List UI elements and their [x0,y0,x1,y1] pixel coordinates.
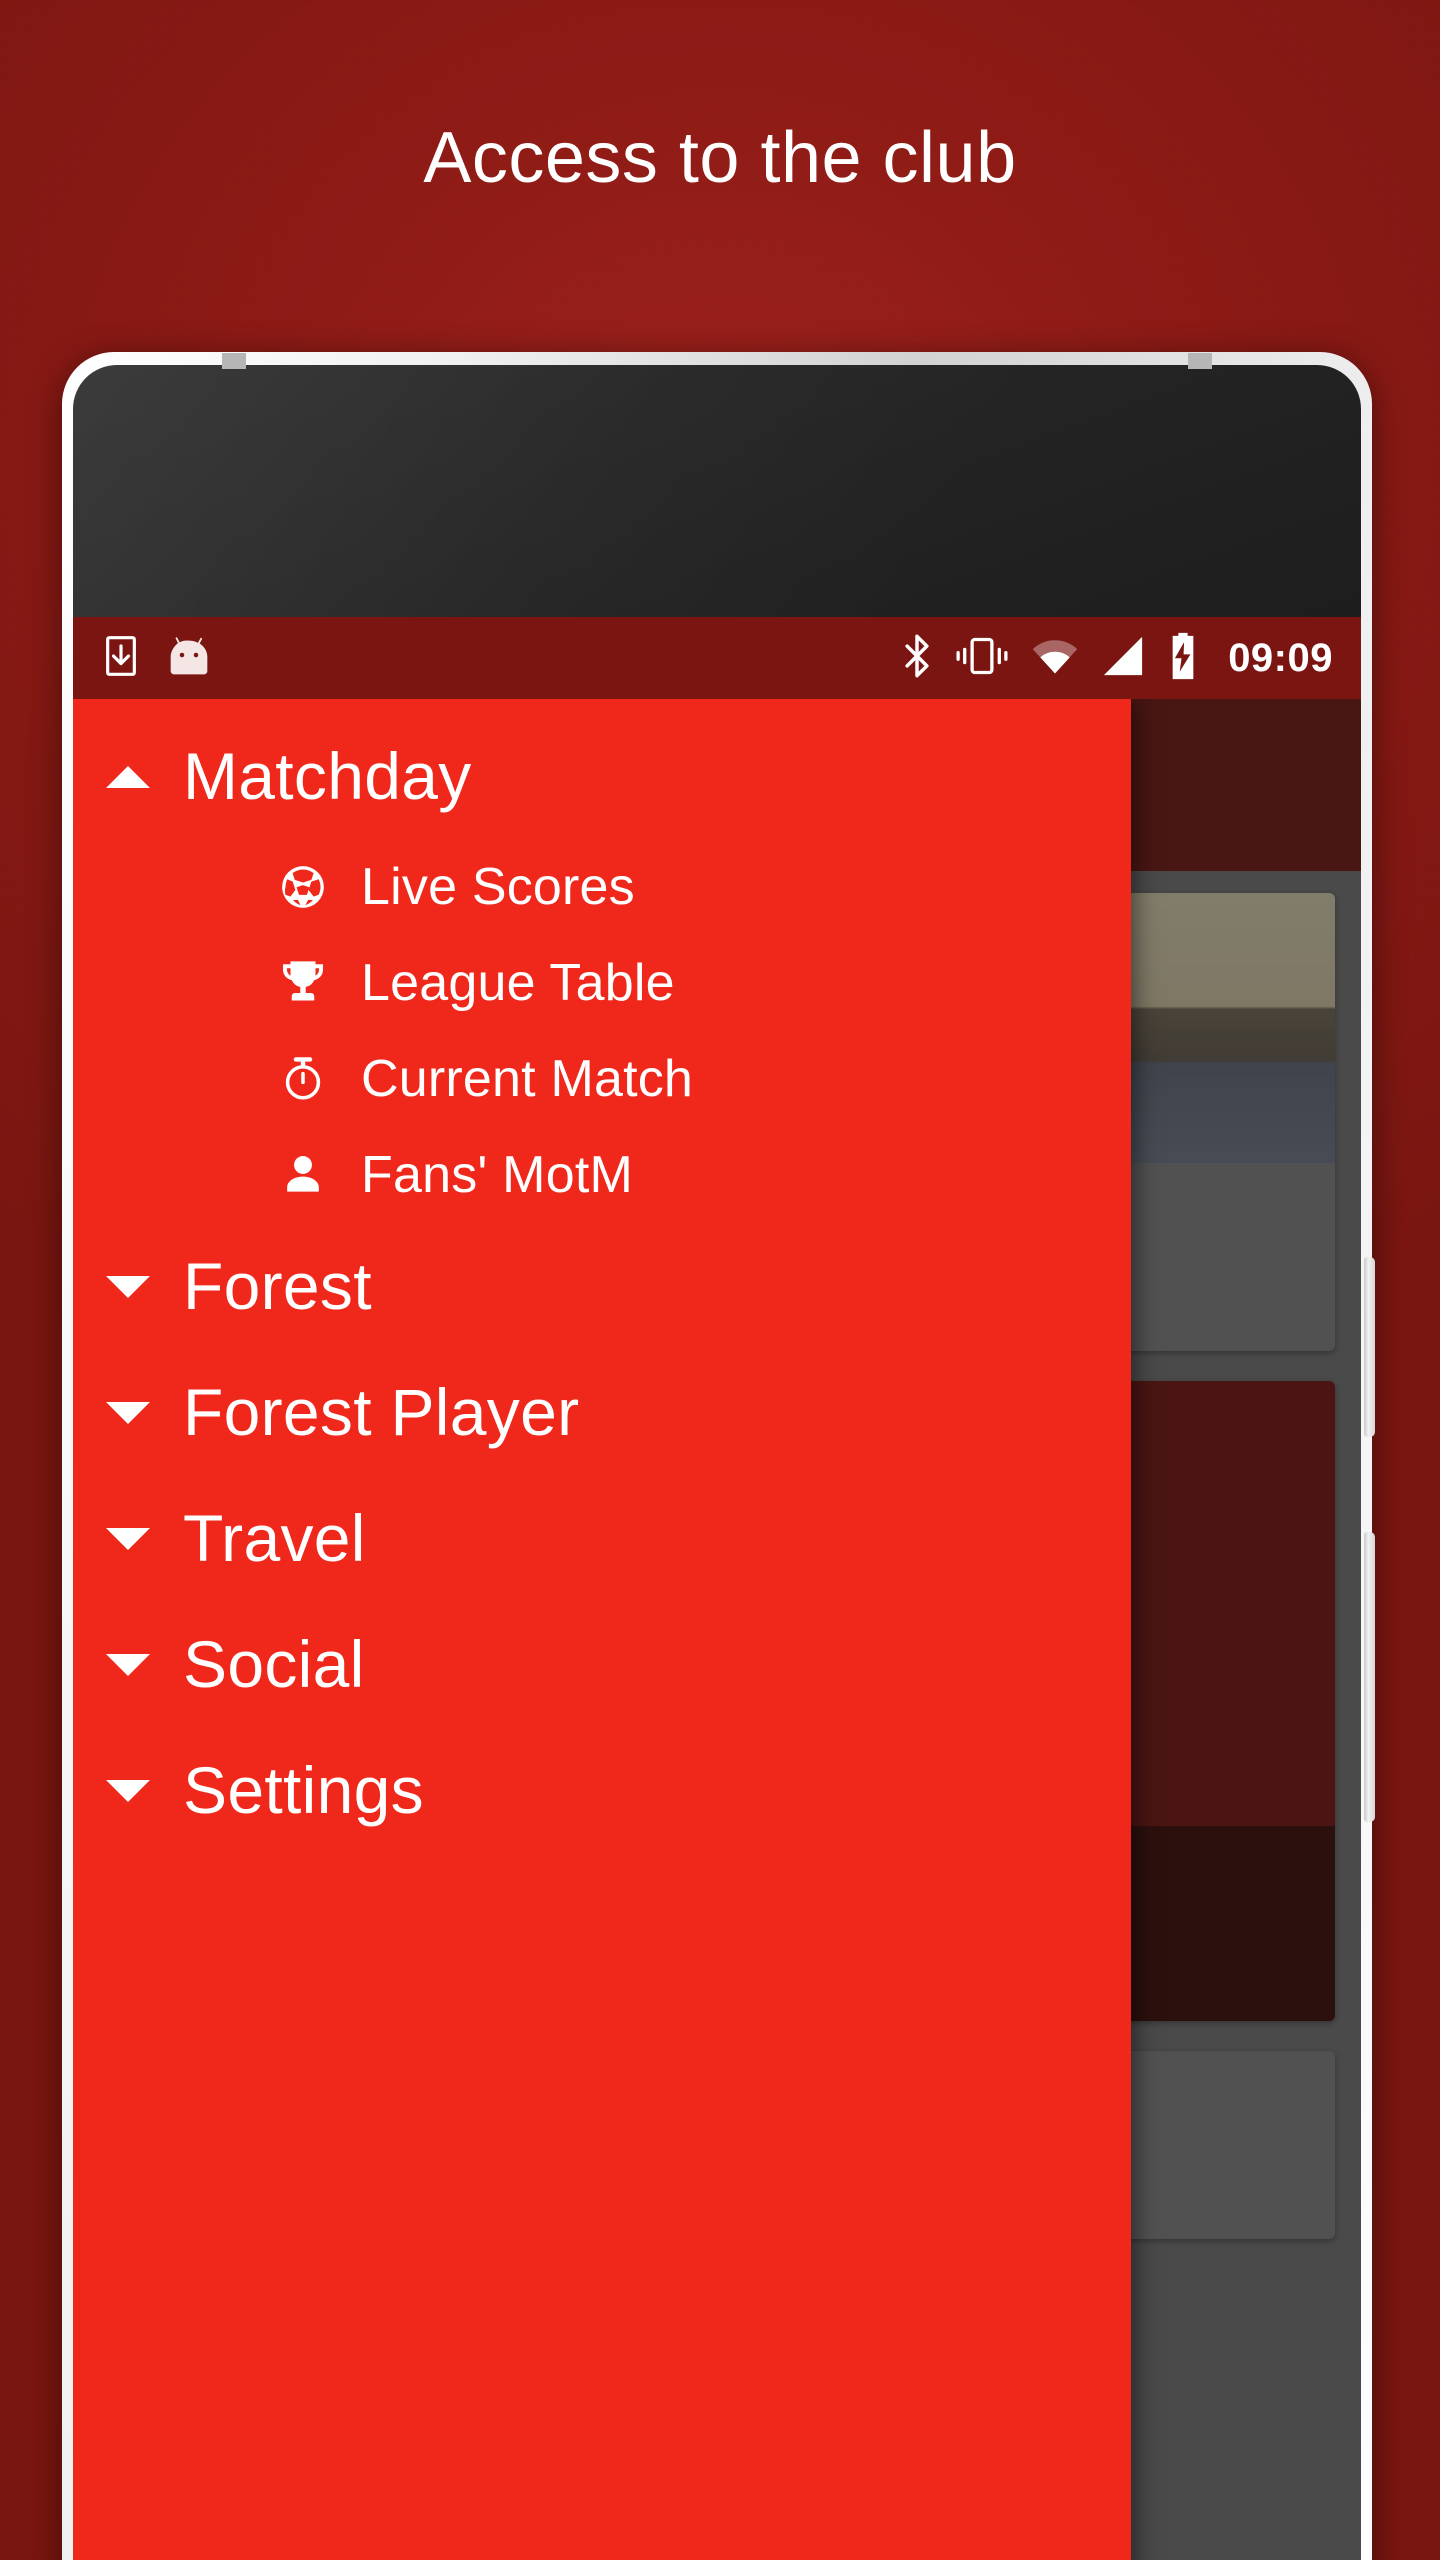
drawer-item-fans-motm[interactable]: Fans' MotM [73,1127,1131,1223]
chevron-down-icon [73,1270,183,1302]
volume-button[interactable] [1364,1532,1375,1822]
phone-screen: cis ble to AY AGO witter YS AGO [73,617,1361,2560]
drawer-group-matchday[interactable]: Matchday [73,713,1131,839]
status-bar-clock: 09:09 [1228,635,1333,680]
power-button[interactable] [1364,1257,1375,1437]
chevron-down-icon [73,1396,183,1428]
drawer-group-travel[interactable]: Travel [73,1475,1131,1601]
phone-device-mockup: cis ble to AY AGO witter YS AGO [62,352,1375,2560]
battery-charging-icon [1166,632,1200,685]
drawer-group-social[interactable]: Social [73,1601,1131,1727]
android-status-bar: 09:09 [73,617,1361,699]
wifi-icon [1030,635,1080,682]
drawer-item-label: Current Match [361,1050,694,1108]
bluetooth-icon [900,633,934,684]
cellular-signal-icon [1100,635,1146,682]
drawer-item-label: Fans' MotM [361,1146,633,1204]
drawer-group-forest[interactable]: Forest [73,1223,1131,1349]
drawer-group-label: Social [183,1627,365,1701]
drawer-group-forest-player[interactable]: Forest Player [73,1349,1131,1475]
drawer-item-label: Live Scores [361,858,635,916]
drawer-group-label: Settings [183,1753,424,1827]
chevron-down-icon [73,1774,183,1806]
android-head-icon [167,636,211,681]
drawer-item-live-scores[interactable]: Live Scores [73,839,1131,935]
chevron-down-icon [73,1648,183,1680]
chevron-down-icon [73,1522,183,1554]
drawer-item-league-table[interactable]: League Table [73,935,1131,1031]
page-title: Access to the club [423,118,1017,198]
soccer-ball-icon [263,862,343,912]
drawer-group-settings[interactable]: Settings [73,1727,1131,1853]
antenna-band-right [1188,353,1212,369]
navigation-drawer: Matchday Live Scores League Table Curren… [73,699,1131,2560]
drawer-group-label: Travel [183,1501,366,1575]
trophy-icon [263,958,343,1008]
drawer-group-label: Forest Player [183,1375,580,1449]
person-icon [263,1150,343,1200]
stopwatch-icon [263,1054,343,1104]
antenna-band-left [222,353,246,369]
status-bar-notifications [101,634,211,683]
chevron-up-icon [73,760,183,792]
drawer-item-label: League Table [361,954,675,1012]
drawer-item-current-match[interactable]: Current Match [73,1031,1131,1127]
vibrate-icon [954,634,1010,683]
status-bar-system-icons: 09:09 [900,632,1333,685]
drawer-group-label: Forest [183,1249,372,1323]
drawer-group-label: Matchday [183,739,472,813]
download-icon [101,634,141,683]
